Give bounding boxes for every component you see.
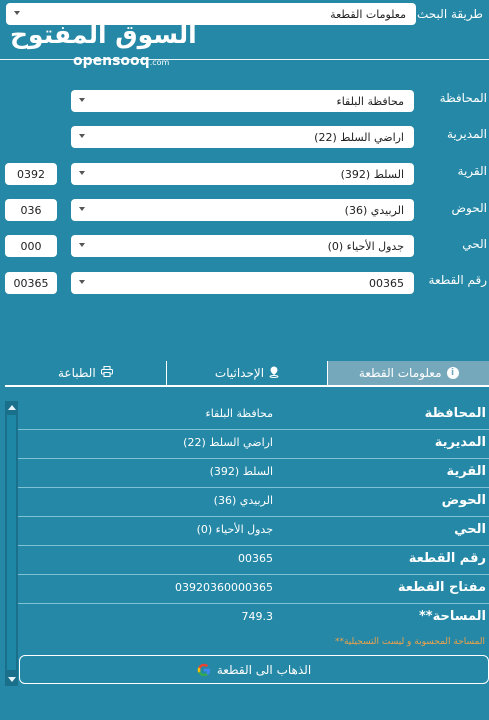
scroll-down-icon[interactable] xyxy=(8,677,16,682)
result-row: الحي جدول الأحياء (0) xyxy=(18,517,489,546)
chevron-down-icon xyxy=(14,11,20,15)
go-to-plot-label: الذهاب الى القطعة xyxy=(216,662,312,677)
chevron-down-icon xyxy=(79,280,85,284)
district-value: جدول الأحياء (0) xyxy=(327,239,404,253)
directorate-select[interactable]: اراضي السلط (22) xyxy=(71,126,414,148)
district-select[interactable]: جدول الأحياء (0) xyxy=(71,235,414,257)
tab-print-label: الطباعة xyxy=(57,366,96,380)
tab-plot-info[interactable]: معلومات القطعة i xyxy=(327,361,489,385)
district-code-input[interactable]: 000 xyxy=(5,235,57,257)
village-code-input[interactable]: 0392 xyxy=(5,163,57,185)
area-note: **المساحة المحسوبة و ليست التسجيلية xyxy=(334,637,485,647)
plot-code-input[interactable]: 00365 xyxy=(5,272,57,294)
result-key: **المساحة xyxy=(418,609,486,624)
result-value: 00365 xyxy=(238,552,273,565)
result-key: القرية xyxy=(446,464,486,479)
search-method-value: معلومات القطعة xyxy=(330,7,406,21)
directorate-value: اراضي السلط (22) xyxy=(314,130,404,144)
village-select[interactable]: السلط (392) xyxy=(71,163,414,185)
scrollbar-thumb[interactable] xyxy=(7,415,16,670)
tab-plot-info-label: معلومات القطعة xyxy=(358,366,442,380)
result-key: مفتاح القطعة xyxy=(397,580,486,595)
tab-coordinates[interactable]: الإحداثيات xyxy=(165,361,328,385)
result-row: الحوض الربيدي (36) xyxy=(18,488,489,517)
governorate-select[interactable]: محافظة البلقاء xyxy=(71,90,414,112)
result-value: 03920360000365 xyxy=(175,581,273,594)
result-value: جدول الأحياء (0) xyxy=(196,523,273,536)
result-row: المديرية اراضي السلط (22) xyxy=(18,430,489,459)
result-value: الربيدي (36) xyxy=(213,494,273,507)
plot-label: رقم القطعة xyxy=(428,273,487,287)
printer-icon xyxy=(100,366,113,380)
tab-print[interactable]: الطباعة xyxy=(5,361,166,385)
tab-coordinates-label: الإحداثيات xyxy=(214,366,265,380)
result-key: المديرية xyxy=(434,435,486,450)
governorate-value: محافظة البلقاء xyxy=(336,94,404,108)
basin-select[interactable]: الربيدي (36) xyxy=(71,199,414,221)
header-divider xyxy=(0,59,489,60)
google-icon xyxy=(197,663,211,677)
info-icon: i xyxy=(446,367,459,379)
result-value: 749.3 xyxy=(241,610,274,623)
chevron-down-icon xyxy=(79,134,85,138)
plot-select[interactable]: 00365 xyxy=(71,272,414,294)
result-row: المحافظة محافظة البلقاء xyxy=(18,401,489,430)
go-to-plot-button[interactable]: الذهاب الى القطعة xyxy=(19,655,489,684)
logo-arabic: السوق المفتوح xyxy=(10,20,197,49)
result-value: اراضي السلط (22) xyxy=(183,436,273,449)
plot-value: 00365 xyxy=(369,276,404,290)
result-value: محافظة البلقاء xyxy=(205,407,273,420)
basin-code-input[interactable]: 036 xyxy=(5,199,57,221)
result-tabs: الطباعة الإحداثيات معلومات القطعة i xyxy=(5,361,489,387)
result-key: المحافظة xyxy=(424,406,486,421)
district-label: الحي xyxy=(462,237,487,251)
village-value: السلط (392) xyxy=(340,167,404,181)
result-key: رقم القطعة xyxy=(408,551,486,566)
results-scrollbar[interactable] xyxy=(5,401,18,686)
result-value: السلط (392) xyxy=(209,465,273,478)
chevron-down-icon xyxy=(79,98,85,102)
chevron-down-icon xyxy=(79,171,85,175)
result-row: مفتاح القطعة 03920360000365 xyxy=(18,575,489,604)
result-row: رقم القطعة 00365 xyxy=(18,546,489,575)
basin-value: الربيدي (36) xyxy=(344,203,404,217)
search-method-label: طريقة البحث xyxy=(417,7,483,21)
governorate-label: المحافظة xyxy=(439,91,487,105)
logo-english: opensooq.com xyxy=(73,53,169,69)
village-label: القرية xyxy=(457,164,487,178)
scroll-up-icon[interactable] xyxy=(8,405,16,410)
result-row: **المساحة 749.3 xyxy=(18,604,489,633)
result-key: الحي xyxy=(454,522,486,537)
chevron-down-icon xyxy=(79,207,85,211)
basin-label: الحوض xyxy=(451,201,487,215)
result-row: القرية السلط (392) xyxy=(18,459,489,488)
logo-english-text: opensooq xyxy=(73,53,150,69)
location-pin-icon xyxy=(269,366,279,381)
chevron-down-icon xyxy=(79,243,85,247)
directorate-label: المديرية xyxy=(447,127,487,141)
result-key: الحوض xyxy=(441,493,486,508)
